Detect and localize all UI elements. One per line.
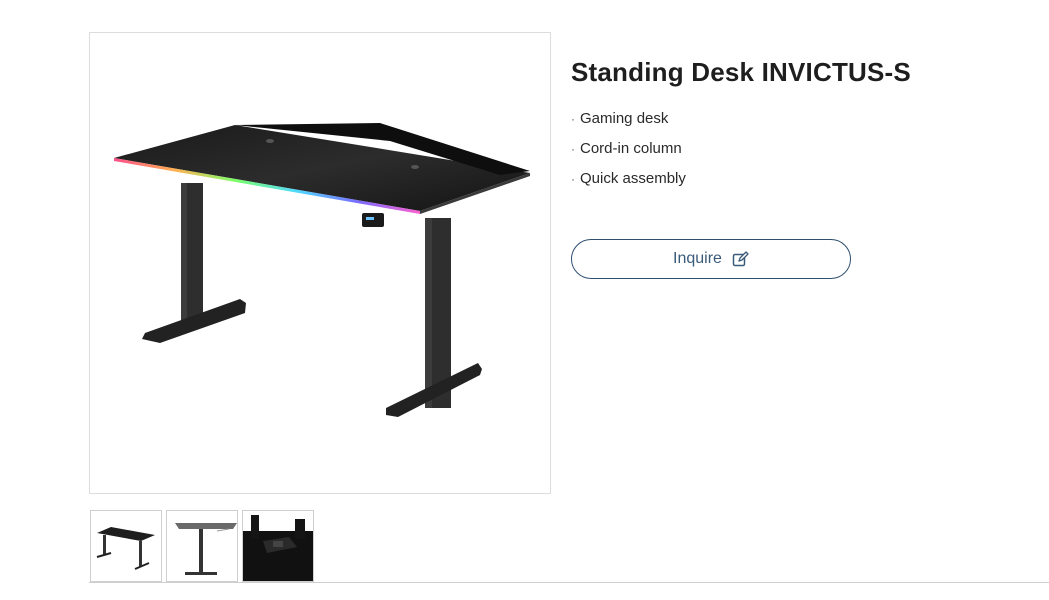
bullet: · xyxy=(571,172,575,186)
feature-label: Cord-in column xyxy=(580,140,682,157)
thumbnail-desk-angle-view[interactable] xyxy=(90,510,162,582)
thumbnail-desk-side-view[interactable] xyxy=(166,510,238,582)
section-divider xyxy=(89,582,1049,583)
product-title: Standing Desk INVICTUS-S xyxy=(571,57,911,87)
product-page: Standing Desk INVICTUS-S · Gaming desk ·… xyxy=(0,0,1049,600)
feature-item: · Quick assembly xyxy=(571,169,1041,189)
product-info: Standing Desk INVICTUS-S · Gaming desk ·… xyxy=(571,56,1041,279)
bullet: · xyxy=(571,112,575,126)
main-product-image[interactable] xyxy=(89,32,551,494)
inquire-button-label: Inquire xyxy=(673,250,722,267)
edit-icon xyxy=(732,250,749,268)
feature-label: Gaming desk xyxy=(580,110,669,127)
inquire-button[interactable]: Inquire xyxy=(571,239,851,279)
feature-list: · Gaming desk · Cord-in column · Quick a… xyxy=(571,109,1041,189)
feature-label: Quick assembly xyxy=(580,170,686,187)
thumbnail-desk-control-panel-closeup[interactable] xyxy=(242,510,314,582)
bullet: · xyxy=(571,142,575,156)
feature-item: · Gaming desk xyxy=(571,109,1041,129)
feature-item: · Cord-in column xyxy=(571,139,1041,159)
standing-desk-illustration xyxy=(114,123,530,417)
